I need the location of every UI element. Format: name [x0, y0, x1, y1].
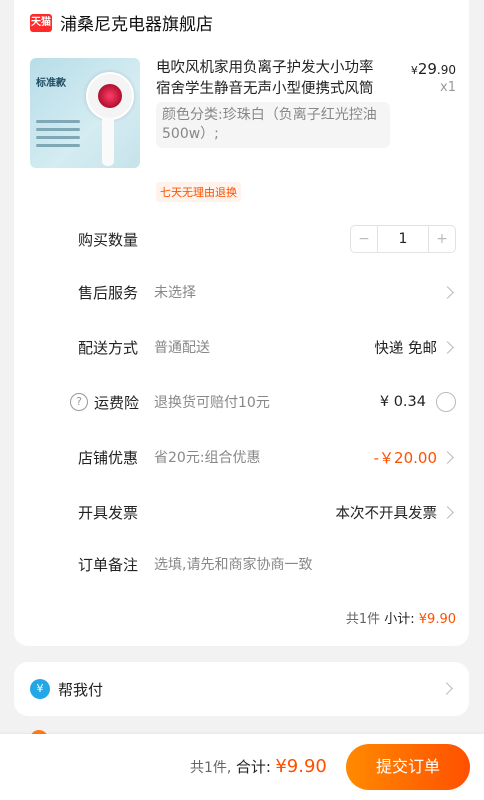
product-title[interactable]: 电吹风机家用负离子护发大小功率宿舍学生静音无声小型便携式风筒	[156, 58, 384, 100]
shipping-insurance-label: 运费险	[94, 393, 140, 412]
subtotal-count: 共1件	[345, 612, 381, 627]
shipping-insurance-radio[interactable]	[436, 392, 456, 412]
delivery-label: 配送方式	[78, 338, 139, 357]
increase-button[interactable]: +	[429, 231, 455, 247]
shipping-insurance-row[interactable]: ? 运费险 退换货可赔付10元 ¥ 0.34	[70, 387, 456, 417]
product-image[interactable]: 标准款	[30, 58, 140, 168]
subtotal-amount: ¥9.90	[418, 612, 456, 627]
store-header[interactable]: 天猫 浦桑尼克电器旗舰店	[30, 10, 213, 35]
pay-for-me-card[interactable]: ¥ 帮我付	[14, 662, 469, 716]
hair-dryer-handle	[102, 118, 114, 166]
checkout-bar: 共1件, 合计: ¥9.90 提交订单	[0, 734, 484, 800]
product-image-text-lines	[36, 120, 80, 152]
after-sales-row[interactable]: 售后服务 未选择	[78, 277, 456, 307]
order-note-row[interactable]: 订单备注 选填,请先和商家协商一致	[78, 549, 456, 579]
return-policy-badge: 七天无理由退换	[156, 182, 241, 202]
subtotal: 共1件 小计: ¥9.90	[346, 608, 456, 627]
pay-for-me-label: 帮我付	[58, 681, 104, 699]
chevron-right-icon	[441, 450, 454, 464]
quantity-label: 购买数量	[78, 230, 139, 249]
delivery-value: 普通配送	[154, 340, 210, 356]
yen-icon: ¥	[30, 679, 50, 699]
invoice-label: 开具发票	[78, 503, 139, 522]
delivery-row[interactable]: 配送方式 普通配送 快递 免邮	[78, 332, 456, 362]
product-image-tag: 标准款	[36, 78, 66, 89]
after-sales-label: 售后服务	[78, 283, 139, 302]
order-note-input[interactable]: 选填,请先和商家协商一致	[154, 554, 456, 574]
sku-selector[interactable]: 颜色分类:珍珠白（负离子红光控油500w）;	[156, 102, 390, 148]
chevron-right-icon	[441, 505, 454, 519]
hair-dryer-head	[86, 72, 134, 120]
shipping-insurance-price: ¥ 0.34	[379, 394, 426, 410]
quantity-input[interactable]: 1	[377, 226, 429, 252]
quantity-row: 购买数量 − 1 +	[78, 224, 456, 254]
store-discount-amount: -￥20.00	[373, 448, 437, 467]
store-discount-row[interactable]: 店铺优惠 省20元:组合优惠 -￥20.00	[78, 442, 456, 472]
chevron-right-icon	[440, 682, 453, 695]
after-sales-value: 未选择	[154, 285, 196, 301]
subtotal-label: 小计:	[384, 612, 415, 627]
store-discount-label: 店铺优惠	[78, 448, 139, 467]
total-label: 合计:	[235, 758, 271, 776]
invoice-value: 本次不开具发票	[335, 505, 438, 522]
total-summary: 共1件, 合计: ¥9.90	[190, 756, 327, 777]
help-icon[interactable]: ?	[70, 393, 88, 411]
shipping-insurance-value: 退换货可赔付10元	[154, 395, 270, 411]
product-quantity: x1	[440, 80, 456, 95]
quantity-stepper[interactable]: − 1 +	[350, 225, 456, 253]
tmall-icon: 天猫	[30, 13, 52, 32]
delivery-method: 快递 免邮	[374, 340, 437, 357]
chevron-right-icon	[441, 340, 454, 354]
store-discount-value: 省20元:组合优惠	[154, 450, 261, 466]
decrease-button[interactable]: −	[351, 231, 377, 247]
store-name[interactable]: 浦桑尼克电器旗舰店	[60, 10, 213, 35]
chevron-right-icon	[441, 285, 454, 299]
invoice-row[interactable]: 开具发票 本次不开具发票	[78, 497, 456, 527]
product-price: ¥29.90	[410, 60, 456, 78]
total-count: 共1件,	[190, 760, 232, 776]
order-note-label: 订单备注	[78, 555, 139, 574]
total-amount: ¥9.90	[275, 756, 327, 777]
submit-order-button[interactable]: 提交订单	[346, 744, 470, 790]
